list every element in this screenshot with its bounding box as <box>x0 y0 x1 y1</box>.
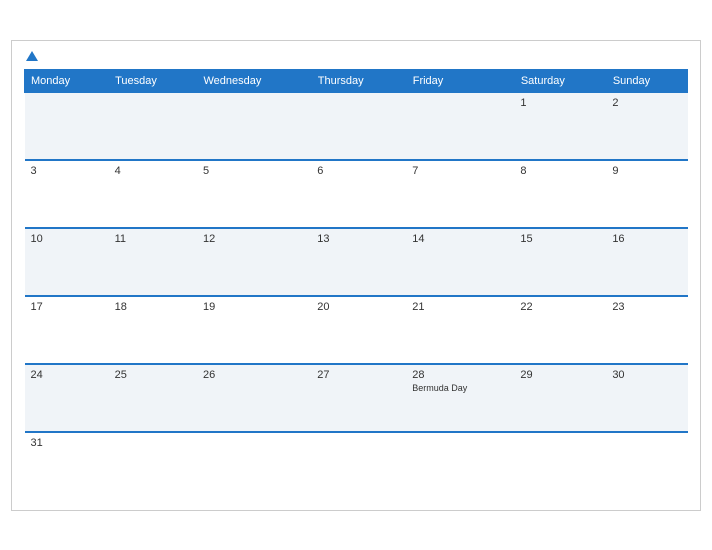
calendar-cell <box>406 432 514 500</box>
calendar-cell: 22 <box>514 296 606 364</box>
calendar-cell: 31 <box>25 432 109 500</box>
calendar-cell: 20 <box>311 296 406 364</box>
day-number: 20 <box>317 301 400 313</box>
day-number: 4 <box>115 165 191 177</box>
calendar-cell: 15 <box>514 228 606 296</box>
day-number: 7 <box>412 165 508 177</box>
calendar-cell: 3 <box>25 160 109 228</box>
holiday-label: Bermuda Day <box>412 383 508 393</box>
weekday-header-friday: Friday <box>406 70 514 92</box>
day-number: 29 <box>520 369 600 381</box>
calendar-container: MondayTuesdayWednesdayThursdayFridaySatu… <box>11 40 701 511</box>
day-number: 30 <box>612 369 681 381</box>
day-number: 12 <box>203 233 305 245</box>
day-number: 23 <box>612 301 681 313</box>
day-number: 8 <box>520 165 600 177</box>
weekday-header-thursday: Thursday <box>311 70 406 92</box>
calendar-cell: 18 <box>109 296 197 364</box>
day-number: 16 <box>612 233 681 245</box>
day-number: 31 <box>31 437 103 449</box>
calendar-cell: 8 <box>514 160 606 228</box>
day-number: 6 <box>317 165 400 177</box>
calendar-cell: 6 <box>311 160 406 228</box>
day-number: 17 <box>31 301 103 313</box>
calendar-cell: 11 <box>109 228 197 296</box>
calendar-cell: 19 <box>197 296 311 364</box>
calendar-cell: 1 <box>514 92 606 160</box>
calendar-cell <box>311 92 406 160</box>
calendar-header <box>24 51 688 61</box>
week-row-0: 12 <box>25 92 688 160</box>
calendar-cell: 17 <box>25 296 109 364</box>
calendar-cell: 5 <box>197 160 311 228</box>
weekday-header-monday: Monday <box>25 70 109 92</box>
calendar-cell: 13 <box>311 228 406 296</box>
calendar-grid: MondayTuesdayWednesdayThursdayFridaySatu… <box>24 69 688 500</box>
day-number: 9 <box>612 165 681 177</box>
day-number: 1 <box>520 97 600 109</box>
week-row-2: 10 11 12 13 14 15 16 <box>25 228 688 296</box>
day-number: 19 <box>203 301 305 313</box>
calendar-cell: 16 <box>606 228 687 296</box>
calendar-cell: 24 <box>25 364 109 432</box>
calendar-cell <box>311 432 406 500</box>
day-number: 27 <box>317 369 400 381</box>
day-number: 3 <box>31 165 103 177</box>
calendar-cell: 26 <box>197 364 311 432</box>
week-row-5: 31 <box>25 432 688 500</box>
calendar-cell: 25 <box>109 364 197 432</box>
calendar-cell: 12 <box>197 228 311 296</box>
calendar-cell <box>197 432 311 500</box>
day-number: 2 <box>612 97 681 109</box>
day-number: 21 <box>412 301 508 313</box>
logo-triangle-icon <box>26 51 38 61</box>
day-number: 28 <box>412 369 508 381</box>
calendar-cell: 7 <box>406 160 514 228</box>
calendar-cell: 30 <box>606 364 687 432</box>
day-number: 18 <box>115 301 191 313</box>
calendar-cell: 23 <box>606 296 687 364</box>
calendar-cell: 29 <box>514 364 606 432</box>
day-number: 22 <box>520 301 600 313</box>
day-number: 5 <box>203 165 305 177</box>
weekday-header-sunday: Sunday <box>606 70 687 92</box>
week-row-1: 3456789 <box>25 160 688 228</box>
day-number: 13 <box>317 233 400 245</box>
calendar-cell: 27 <box>311 364 406 432</box>
calendar-cell: 9 <box>606 160 687 228</box>
calendar-cell <box>406 92 514 160</box>
week-row-4: 24 25 26 27 28 Bermuda Day 29 30 <box>25 364 688 432</box>
weekday-header-saturday: Saturday <box>514 70 606 92</box>
day-number: 11 <box>115 233 191 245</box>
calendar-cell <box>197 92 311 160</box>
calendar-cell: 28 Bermuda Day <box>406 364 514 432</box>
day-number: 25 <box>115 369 191 381</box>
weekday-header-tuesday: Tuesday <box>109 70 197 92</box>
calendar-cell: 14 <box>406 228 514 296</box>
day-number: 26 <box>203 369 305 381</box>
day-number: 15 <box>520 233 600 245</box>
logo <box>24 51 38 61</box>
calendar-cell <box>109 432 197 500</box>
weekday-header-row: MondayTuesdayWednesdayThursdayFridaySatu… <box>25 70 688 92</box>
day-number: 10 <box>31 233 103 245</box>
calendar-cell: 10 <box>25 228 109 296</box>
week-row-3: 17 18 19 20 21 22 23 <box>25 296 688 364</box>
calendar-cell: 2 <box>606 92 687 160</box>
calendar-cell <box>25 92 109 160</box>
calendar-cell <box>606 432 687 500</box>
calendar-cell: 21 <box>406 296 514 364</box>
weekday-header-wednesday: Wednesday <box>197 70 311 92</box>
calendar-cell <box>514 432 606 500</box>
calendar-cell <box>109 92 197 160</box>
day-number: 14 <box>412 233 508 245</box>
calendar-cell: 4 <box>109 160 197 228</box>
day-number: 24 <box>31 369 103 381</box>
